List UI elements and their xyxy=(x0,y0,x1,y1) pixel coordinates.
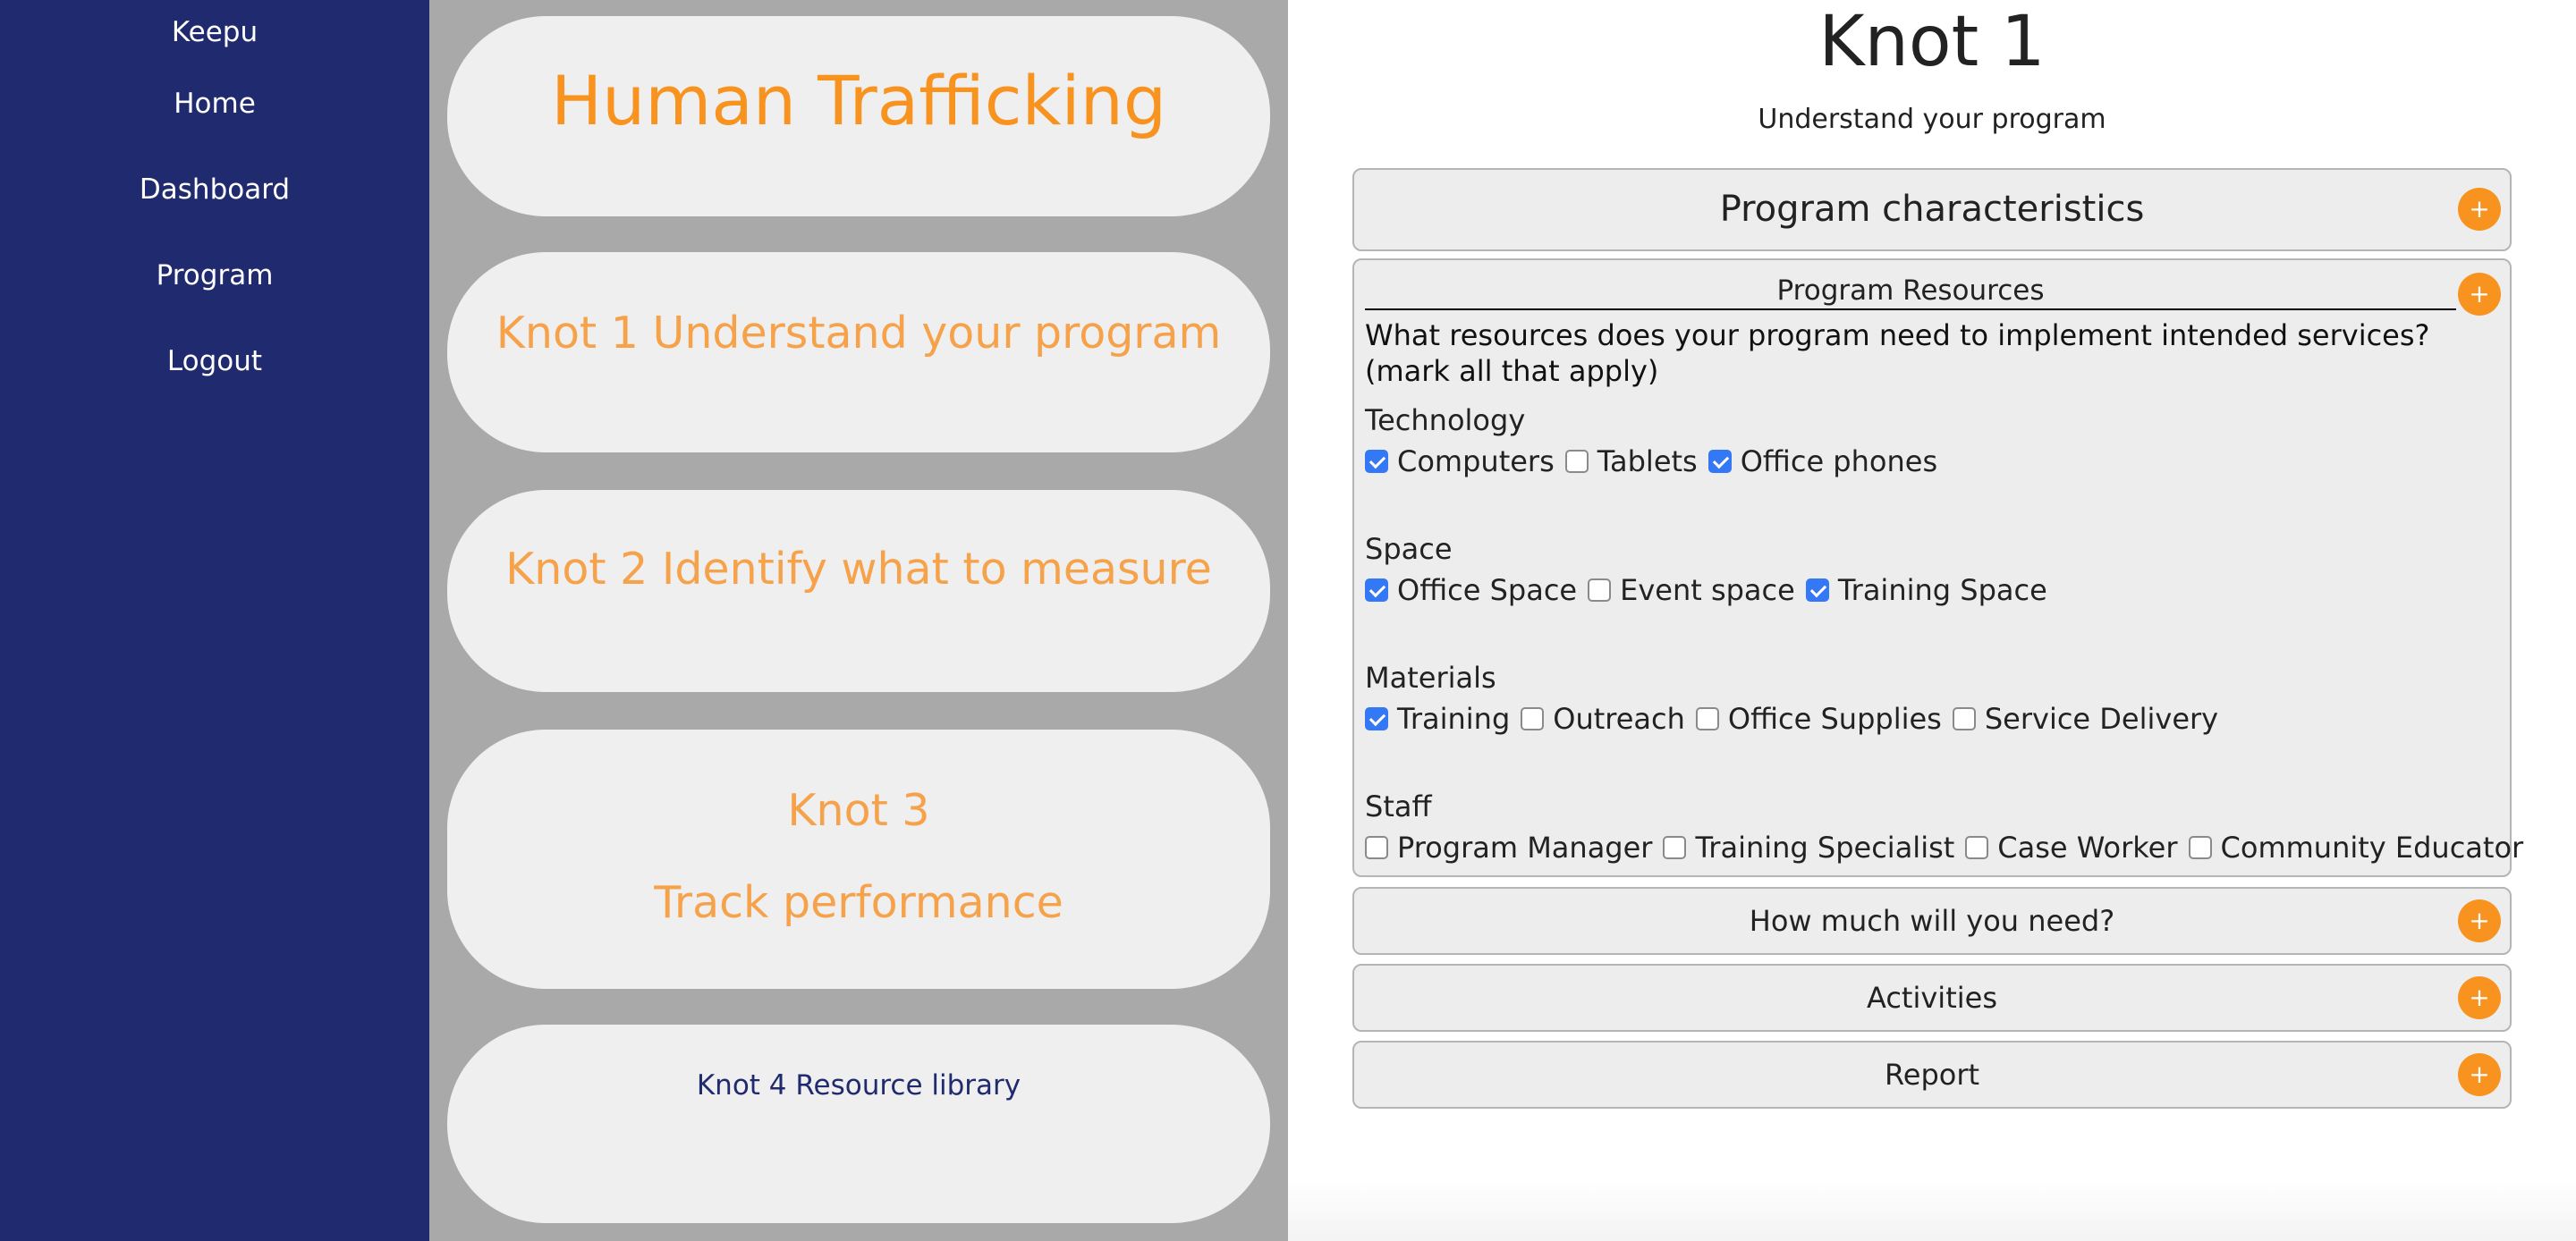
case-worker-checkbox[interactable] xyxy=(1965,836,1989,859)
brand-name[interactable]: Keepu xyxy=(0,16,429,48)
knot-2-card[interactable]: Knot 2 Identify what to measure xyxy=(447,490,1270,692)
nav-item-dashboard[interactable]: Dashboard xyxy=(0,173,429,206)
option-training-space[interactable]: Training Space xyxy=(1805,573,2047,607)
activities-header[interactable]: Activities xyxy=(1354,966,2510,1030)
option-label: Computers xyxy=(1397,444,1555,478)
option-label: Office phones xyxy=(1740,444,1938,478)
category-staff: Staff xyxy=(1365,789,1432,823)
office-space-checkbox[interactable] xyxy=(1365,578,1388,602)
expand-how-much-button[interactable]: + xyxy=(2458,899,2501,942)
program-resources-panel: Program Resources + What resources does … xyxy=(1352,258,2523,877)
option-label: Office Supplies xyxy=(1727,702,1942,736)
knot-1-card[interactable]: Knot 1 Understand your program xyxy=(447,252,1270,452)
option-office-phones[interactable]: Office phones xyxy=(1707,444,1938,478)
sidebar: Keepu Home Dashboard Program Logout xyxy=(0,0,429,1241)
program-characteristics-panel: Program characteristics + xyxy=(1352,168,2512,251)
category-space: Space xyxy=(1365,532,1453,566)
computers-checkbox[interactable] xyxy=(1365,450,1388,473)
outreach-checkbox[interactable] xyxy=(1521,707,1545,730)
space-options: Office Space Event space Training Space xyxy=(1365,573,2058,607)
option-label: Service Delivery xyxy=(1984,702,2219,736)
service-delivery-checkbox[interactable] xyxy=(1952,707,1976,730)
training-checkbox[interactable] xyxy=(1365,707,1388,730)
technology-options: Computers Tablets Office phones xyxy=(1365,444,1948,478)
knot-3-sublabel: Track performance xyxy=(654,877,1063,928)
resources-question: What resources does your program need to… xyxy=(1365,318,2430,388)
knot-3-card[interactable]: Knot 3 Track performance xyxy=(447,730,1270,989)
option-program-manager[interactable]: Program Manager xyxy=(1365,831,1652,865)
page-title: Knot 1 xyxy=(1818,2,2046,82)
community-educator-checkbox[interactable] xyxy=(2188,836,2212,859)
knot-navigation: Human Trafficking Knot 1 Understand your… xyxy=(429,0,1288,1241)
expand-resources-button[interactable]: + xyxy=(2458,273,2501,316)
option-label: Community Educator xyxy=(2220,831,2524,865)
how-much-panel: How much will you need? + xyxy=(1352,887,2512,955)
materials-options: Training Outreach Office Supplies Servic… xyxy=(1365,702,2229,736)
option-label: Training Specialist xyxy=(1695,831,1955,865)
option-community-educator[interactable]: Community Educator xyxy=(2188,831,2524,865)
program-title-card[interactable]: Human Trafficking xyxy=(447,16,1270,216)
option-label: Outreach xyxy=(1553,702,1685,736)
knot-1-label: Knot 1 Understand your program xyxy=(496,308,1222,359)
bottom-shade xyxy=(1288,1180,2576,1241)
main-content: Knot 1 Understand your program Program c… xyxy=(1288,0,2576,1241)
program-resources-header[interactable]: Program Resources xyxy=(1365,274,2456,310)
option-label: Training Space xyxy=(1837,573,2047,607)
knot-2-label: Knot 2 Identify what to measure xyxy=(505,544,1212,595)
activities-panel: Activities + xyxy=(1352,964,2512,1032)
option-office-space[interactable]: Office Space xyxy=(1365,573,1577,607)
option-label: Office Space xyxy=(1397,573,1578,607)
nav-item-home[interactable]: Home xyxy=(0,88,429,120)
option-label: Event space xyxy=(1620,573,1795,607)
training-space-checkbox[interactable] xyxy=(1805,578,1829,602)
how-much-header[interactable]: How much will you need? xyxy=(1354,889,2510,953)
option-training-specialist[interactable]: Training Specialist xyxy=(1663,831,1954,865)
option-label: Training xyxy=(1397,702,1511,736)
tablets-checkbox[interactable] xyxy=(1564,450,1589,473)
option-outreach[interactable]: Outreach xyxy=(1521,702,1685,736)
option-service-delivery[interactable]: Service Delivery xyxy=(1952,702,2219,736)
event-space-checkbox[interactable] xyxy=(1588,578,1612,602)
category-materials: Materials xyxy=(1365,661,1496,695)
program-title: Human Trafficking xyxy=(550,61,1167,140)
staff-options: Program Manager Training Specialist Case… xyxy=(1365,831,2534,865)
page-subtitle: Understand your program xyxy=(1758,104,2106,135)
nav-item-logout[interactable]: Logout xyxy=(0,345,429,377)
expand-activities-button[interactable]: + xyxy=(2458,976,2501,1019)
category-technology: Technology xyxy=(1365,403,1526,437)
expand-characteristics-button[interactable]: + xyxy=(2458,188,2501,231)
training-specialist-checkbox[interactable] xyxy=(1663,836,1687,859)
option-office-supplies[interactable]: Office Supplies xyxy=(1695,702,1942,736)
knot-4-link[interactable]: Knot 4 Resource library xyxy=(447,1069,1270,1102)
program-manager-checkbox[interactable] xyxy=(1365,836,1388,859)
expand-report-button[interactable]: + xyxy=(2458,1053,2501,1096)
option-case-worker[interactable]: Case Worker xyxy=(1965,831,2178,865)
report-header[interactable]: Report xyxy=(1354,1043,2510,1107)
office-phones-checkbox[interactable] xyxy=(1707,450,1732,473)
option-training[interactable]: Training xyxy=(1365,702,1510,736)
nav-item-program[interactable]: Program xyxy=(0,259,429,291)
option-label: Tablets xyxy=(1597,444,1698,478)
knot-3-label: Knot 3 xyxy=(787,785,930,836)
option-tablets[interactable]: Tablets xyxy=(1564,444,1698,478)
knot-4-card[interactable]: Knot 4 Resource library xyxy=(447,1025,1270,1223)
option-label: Program Manager xyxy=(1397,831,1653,865)
option-computers[interactable]: Computers xyxy=(1365,444,1555,478)
office-supplies-checkbox[interactable] xyxy=(1695,707,1719,730)
report-panel: Report + xyxy=(1352,1041,2512,1109)
option-label: Case Worker xyxy=(1997,831,2178,865)
option-event-space[interactable]: Event space xyxy=(1588,573,1795,607)
program-characteristics-header[interactable]: Program characteristics xyxy=(1354,170,2510,249)
